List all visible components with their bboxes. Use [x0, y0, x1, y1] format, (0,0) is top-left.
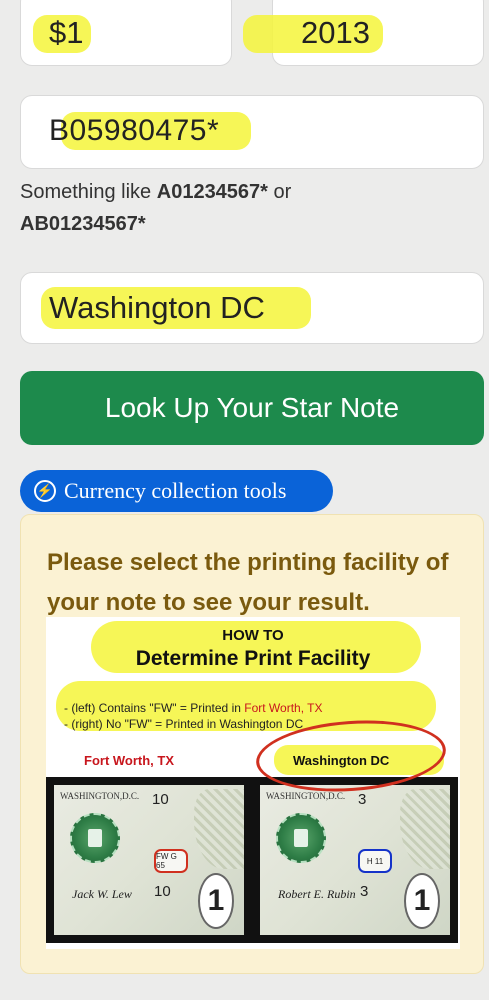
currency-tools-button[interactable]: ⚡ Currency collection tools	[20, 470, 333, 512]
facility-value: Washington DC	[49, 290, 265, 325]
bill-city-text: WASHINGTON,D.C.	[60, 791, 140, 801]
rule-left: - (left) Contains "FW" = Printed in Fort…	[64, 701, 323, 715]
bill-city-text: WASHINGTON,D.C.	[266, 791, 346, 801]
serial-hint: Something like A01234567* or AB01234567*	[20, 176, 480, 240]
rule-right: - (right) No "FW" = Printed in Washingto…	[64, 717, 304, 731]
bill-signature: Jack W. Lew	[72, 887, 132, 901]
bill-plate-number-2: 3	[360, 883, 369, 900]
series-year-field[interactable]: 2013	[243, 0, 484, 66]
infographic-howto: HOW TO	[222, 627, 284, 644]
leaf-ornament	[400, 789, 450, 869]
hint-prefix: Something like	[20, 181, 157, 203]
treasury-seal-icon	[276, 813, 326, 863]
rule-left-text: - (left) Contains "FW" = Printed in	[64, 701, 245, 715]
washington-bill-image: WASHINGTON,D.C. 3 H 11 Robert E. Rubin 3…	[260, 785, 450, 935]
bill-signature: Robert E. Rubin	[278, 887, 356, 901]
serial-number-field[interactable]: B05980475*	[20, 95, 484, 169]
fort-worth-bill-image: WASHINGTON,D.C. 10 FW G 65 Jack W. Lew 1…	[54, 785, 244, 935]
leaf-ornament	[194, 789, 244, 869]
series-year-value: 2013	[301, 15, 370, 50]
hint-example-1: A01234567*	[156, 181, 268, 203]
denomination-field[interactable]: $1	[20, 0, 232, 66]
serial-number-value: B05980475*	[49, 114, 220, 147]
denomination-digit: 1	[198, 873, 234, 929]
result-message: Please select the printing facility of y…	[47, 549, 449, 616]
fort-worth-bill-frame: WASHINGTON,D.C. 10 FW G 65 Jack W. Lew 1…	[46, 777, 252, 943]
washington-bill-frame: WASHINGTON,D.C. 3 H 11 Robert E. Rubin 3…	[252, 777, 458, 943]
result-panel: Please select the printing facility of y…	[20, 514, 484, 974]
hint-or: or	[267, 181, 292, 203]
bill-plate-number: 3	[358, 791, 367, 808]
denomination-value: $1	[49, 15, 84, 50]
facility-field[interactable]: Washington DC	[20, 272, 484, 344]
hint-example-2: AB01234567*	[20, 213, 146, 235]
treasury-seal-icon	[70, 813, 120, 863]
dc-facemark: H 11	[358, 849, 392, 873]
currency-tools-label: Currency collection tools	[64, 478, 287, 503]
fw-facemark: FW G 65	[154, 849, 188, 873]
bill-plate-number: 10	[152, 791, 169, 808]
lookup-star-note-button[interactable]: Look Up Your Star Note	[20, 371, 484, 445]
infographic-title: Determine Print Facility	[135, 647, 371, 670]
rule-left-place: Fort Worth, TX	[244, 701, 323, 715]
print-facility-infographic: HOW TO Determine Print Facility - (left)…	[46, 617, 460, 949]
denomination-digit: 1	[404, 873, 440, 929]
bill-plate-number-2: 10	[154, 883, 171, 900]
bolt-circle-icon: ⚡	[34, 480, 56, 502]
fort-worth-label: Fort Worth, TX	[84, 753, 175, 768]
